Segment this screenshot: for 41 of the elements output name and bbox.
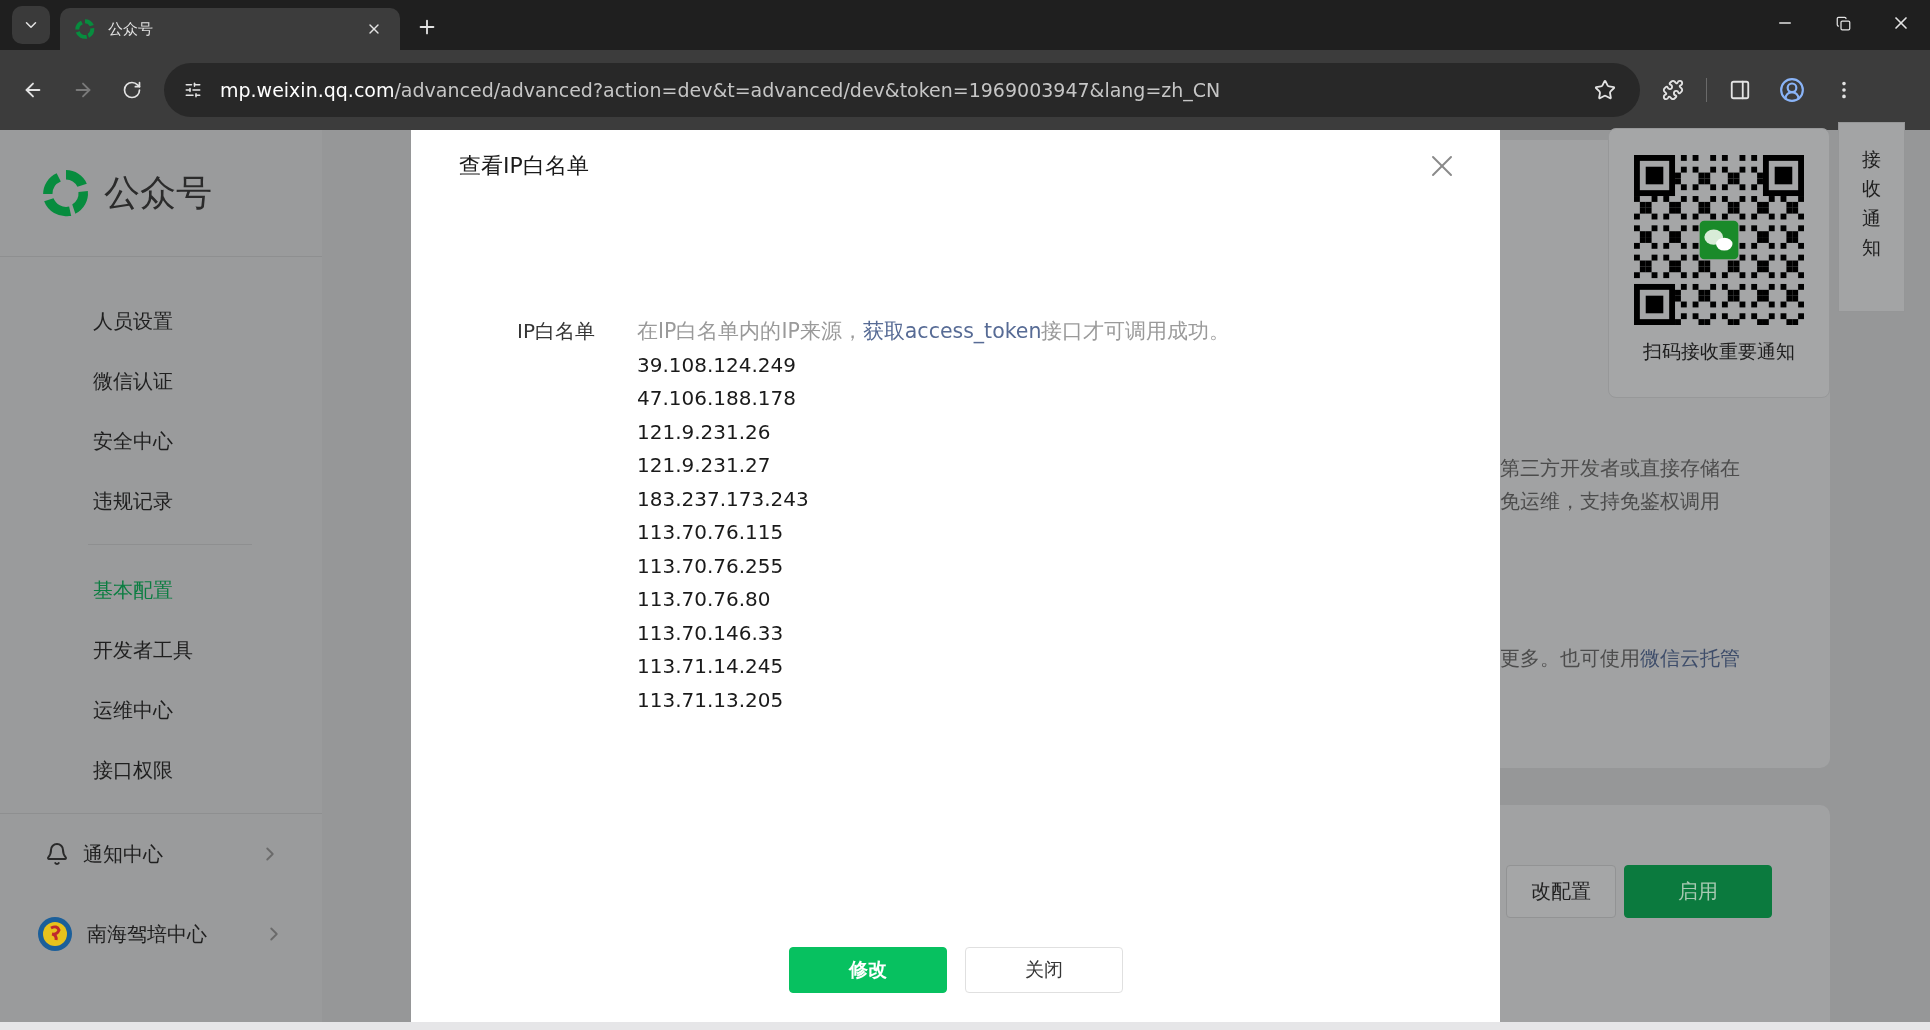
hint-text: 在IP白名单内的IP来源，获取access_token接口才可调用成功。 xyxy=(636,318,1231,346)
ip-address: 39.108.124.249 xyxy=(636,351,797,379)
ip-address: 113.70.76.255 xyxy=(636,552,785,580)
enable-button[interactable]: 启用 xyxy=(1624,865,1772,918)
ip-address: 113.70.76.115 xyxy=(636,519,785,546)
ip-address: 121.9.231.26 xyxy=(636,418,772,446)
url-text: mp.weixin.qq.com/advanced/advanced?action=dev&t=advanced/dev&token=1969003947&lang=zh_CN xyxy=(220,79,1222,101)
dialog-title: 查看IP白名单 xyxy=(459,152,589,180)
ip-address: 113.70.146.33 xyxy=(636,619,785,647)
nav-item[interactable]: 人员设置 xyxy=(0,291,322,351)
nav-item[interactable]: 违规记录 xyxy=(0,471,322,531)
notice-tab[interactable]: 接收通知 xyxy=(1838,122,1905,312)
brand-name: 公众号 xyxy=(104,170,212,215)
nav-item[interactable]: 运维中心 xyxy=(0,680,322,740)
ip-address: 183.237.173.243 xyxy=(636,485,810,513)
description-text: 第三方开发者或直接存储在 xyxy=(1500,455,1741,482)
logo-icon xyxy=(74,18,96,40)
link[interactable]: 微信云托管 xyxy=(1640,646,1740,670)
address-bar[interactable]: mp.weixin.qq.com/advanced/advanced?action=dev&t=advanced/dev&token=1969003947&lang=zh_CN xyxy=(164,63,1640,117)
ip-address: 47.106.188.178 xyxy=(636,385,797,412)
nav-item[interactable]: 安全中心 xyxy=(0,411,322,471)
browser-tab[interactable]: 公众号 xyxy=(60,8,400,50)
bell-icon xyxy=(45,842,69,866)
ip-address: 113.71.14.245 xyxy=(636,653,785,680)
ip-address: 113.70.76.80 xyxy=(636,586,772,613)
ip-address: 121.9.231.27 xyxy=(636,452,772,479)
nav-item[interactable]: 开发者工具 xyxy=(0,620,322,680)
nav-item[interactable]: 南海驾培中心 xyxy=(87,920,249,948)
description-text: 免运维，支持免鉴权调用 xyxy=(1500,488,1721,515)
description-text: 更多。也可使用微信云托管 xyxy=(1500,645,1741,672)
avatar-icon xyxy=(37,916,73,952)
nav-item[interactable]: 微信认证 xyxy=(0,351,322,411)
close-button[interactable]: 关闭 xyxy=(964,947,1123,993)
nav-item[interactable]: 通知中心 xyxy=(83,840,245,868)
link[interactable]: 获取access_token xyxy=(862,319,1042,343)
tab-title: 公众号 xyxy=(108,19,154,39)
qr-caption: 扫码接收重要通知 xyxy=(1643,339,1795,364)
field-label: IP白名单 xyxy=(517,318,595,345)
edit-config-button[interactable]: 改配置 xyxy=(1506,865,1616,918)
ip-address: 113.71.13.205 xyxy=(636,686,785,714)
nav-item[interactable]: 接口权限 xyxy=(0,740,322,800)
